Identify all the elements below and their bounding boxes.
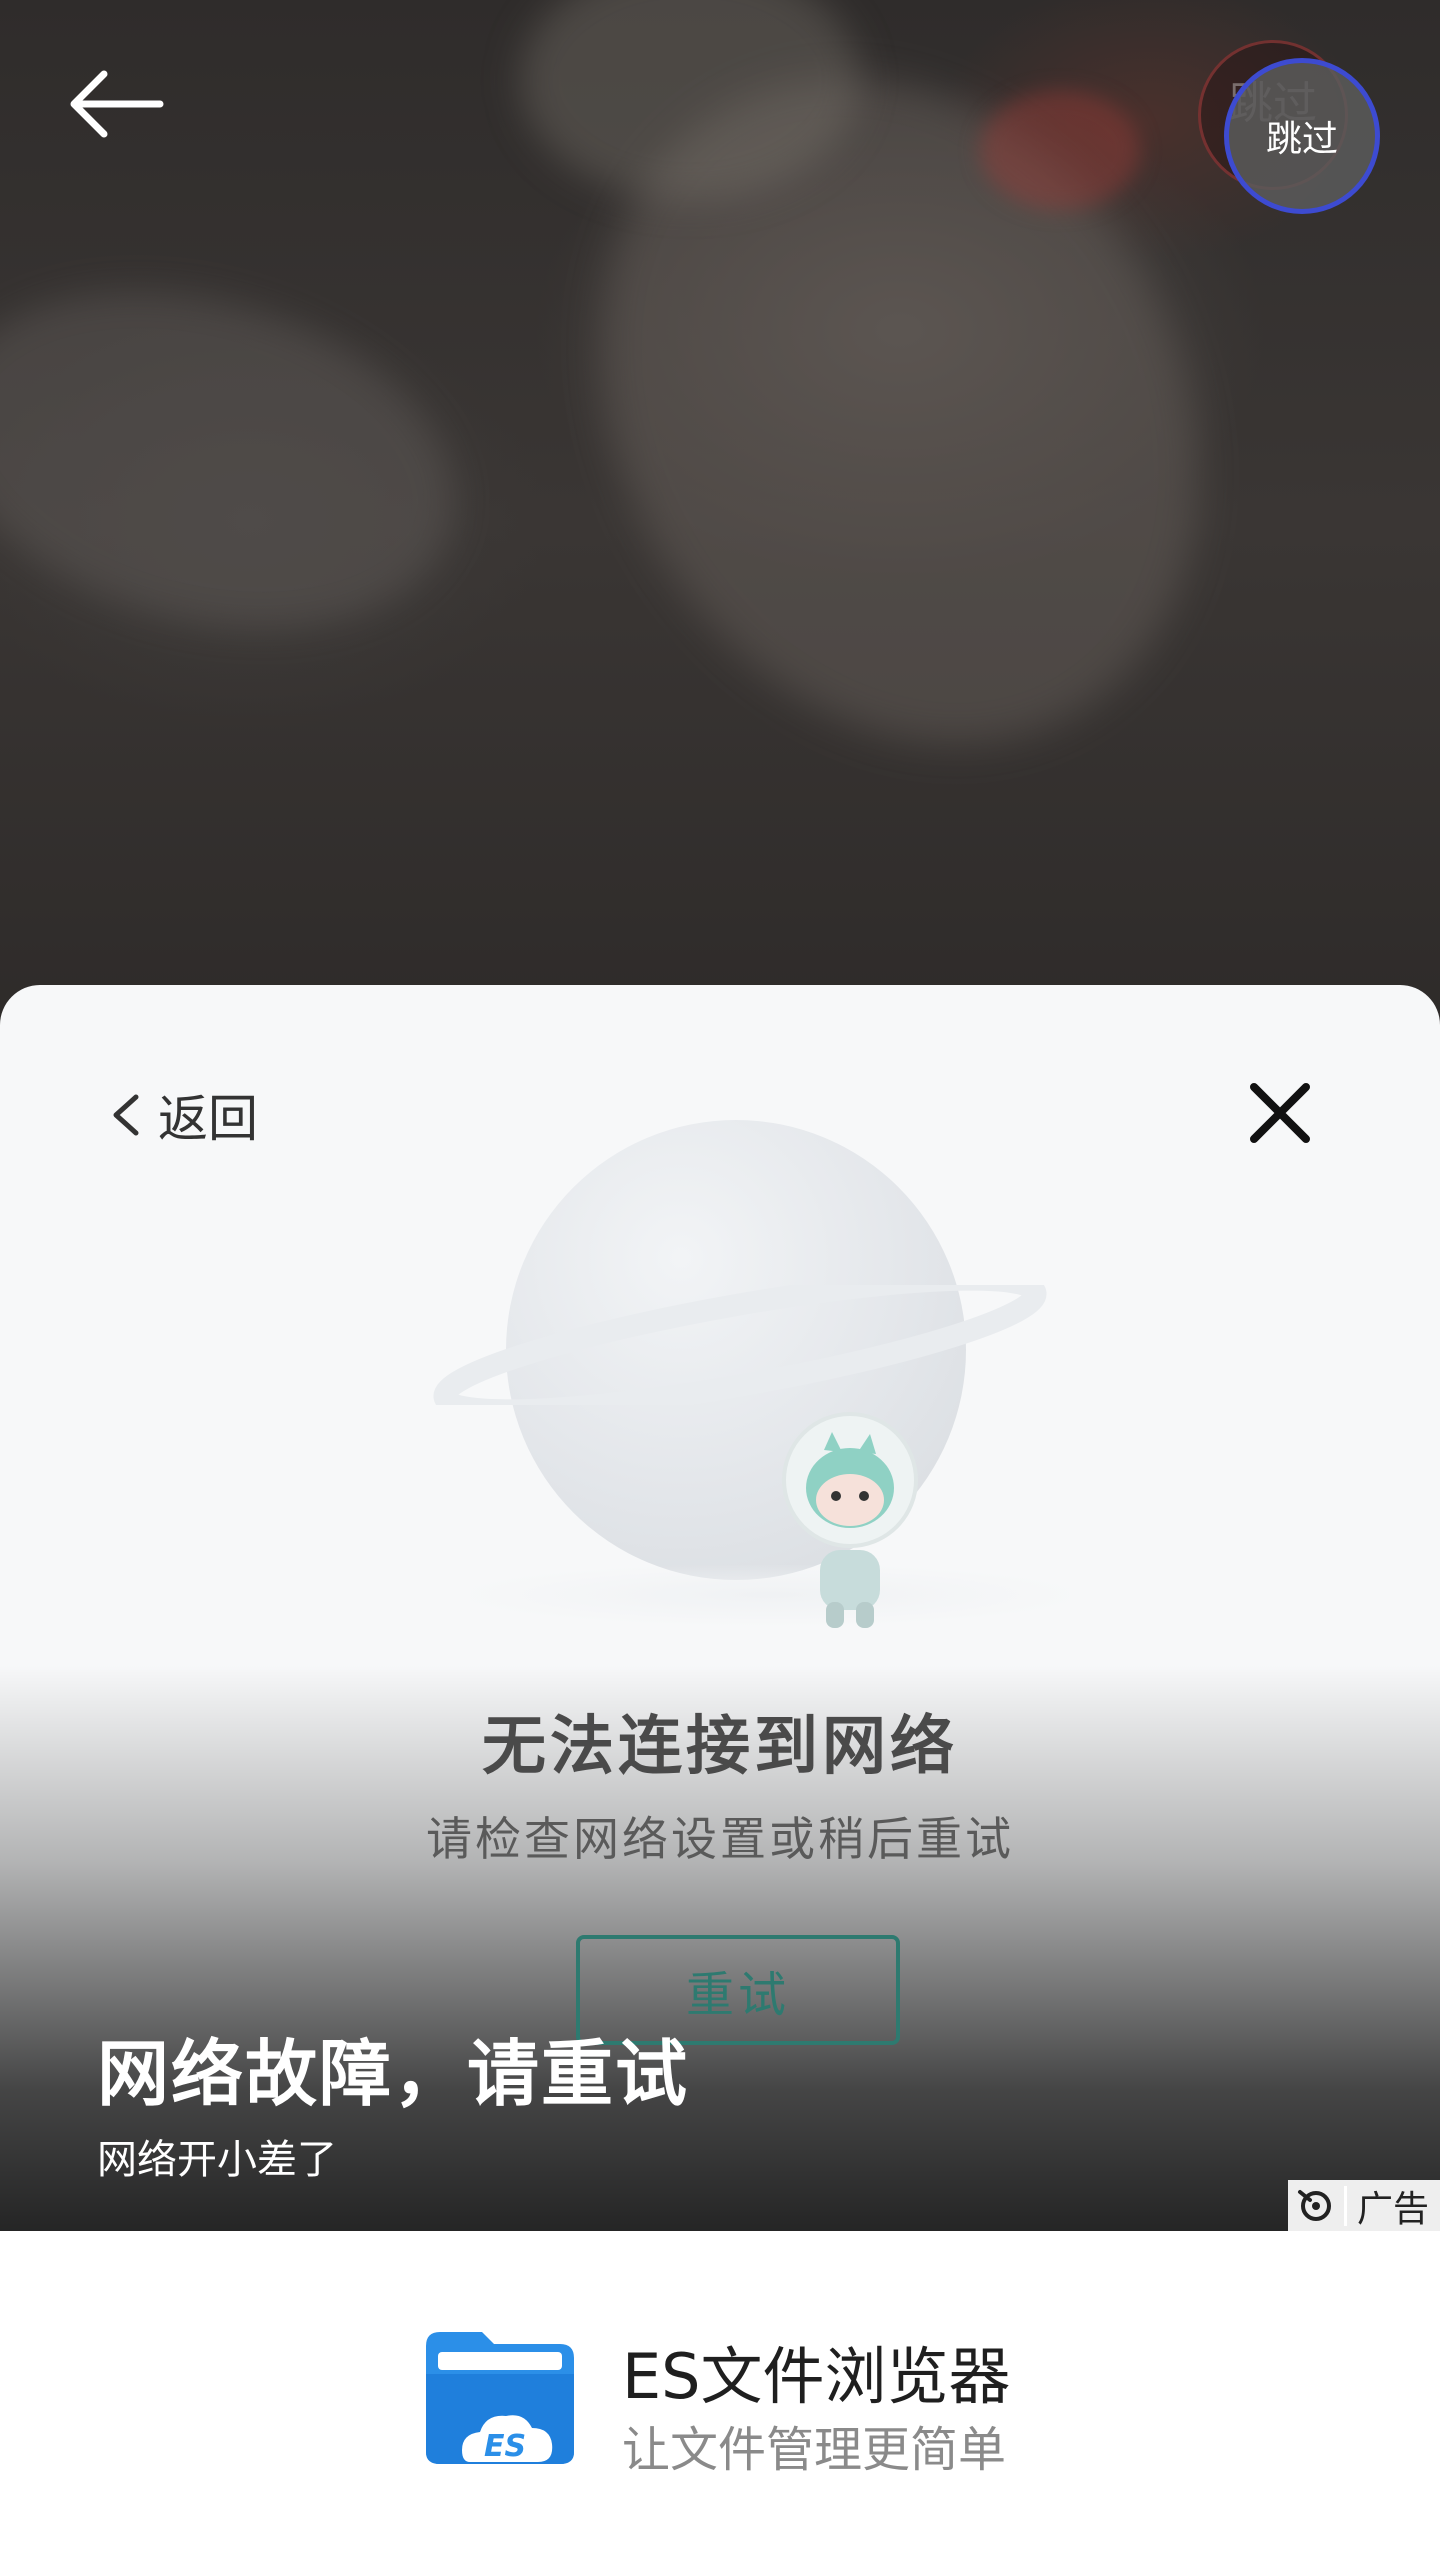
ad-logo-icon	[1298, 2189, 1331, 2221]
app-name[interactable]: ES文件浏览器	[622, 2326, 1011, 2416]
skip-button[interactable]: 跳过	[1224, 58, 1380, 214]
close-button[interactable]	[1240, 1073, 1320, 1153]
ad-card[interactable]: 返回 无法连接到网络 请检查网络设置或稍后重试 重试 网络故障，请重试 网络开小…	[0, 985, 1440, 2231]
app-description: 让文件管理更简单	[622, 2422, 1007, 2478]
svg-text:ES: ES	[484, 2429, 526, 2464]
ad-badge: 广告	[1288, 2180, 1440, 2231]
back-button[interactable]	[66, 62, 166, 146]
es-file-explorer-icon[interactable]: ES	[420, 2322, 580, 2467]
ad-badge-label: 广告	[1357, 2188, 1430, 2230]
planet-ring	[433, 1285, 1047, 1405]
astronaut-illustration	[782, 1412, 918, 1628]
error-title: 无法连接到网络	[482, 1710, 958, 1784]
error-subtitle: 请检查网络设置或稍后重试	[426, 1812, 1014, 1866]
ad-badge-divider	[1344, 2185, 1347, 2226]
ad-back-button[interactable]: 返回	[110, 1075, 258, 1155]
close-icon	[1250, 1083, 1310, 1143]
ad-subheadline: 网络开小差了	[97, 2137, 337, 2183]
ad-headline: 网络故障，请重试	[97, 2032, 690, 2116]
chevron-left-icon	[113, 1094, 139, 1136]
arrow-left-icon	[70, 70, 164, 138]
ad-back-label: 返回	[158, 1090, 258, 1148]
